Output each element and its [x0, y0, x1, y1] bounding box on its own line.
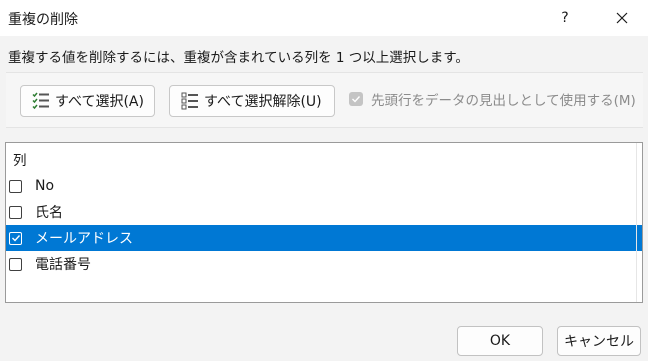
- ok-button[interactable]: OK: [457, 326, 543, 356]
- headers-checkbox-row: 先頭行をデータの見出しとして使用する(M): [349, 89, 636, 109]
- headers-checkbox[interactable]: [349, 92, 363, 106]
- dialog-title: 重複の削除: [8, 12, 78, 28]
- check-icon: [352, 96, 361, 103]
- column-item-name[interactable]: 氏名: [6, 199, 642, 225]
- select-all-label: すべて選択(A): [55, 94, 144, 110]
- select-all-button[interactable]: すべて選択(A): [20, 85, 155, 117]
- close-icon: [616, 12, 628, 24]
- help-button[interactable]: ?: [545, 0, 585, 36]
- column-item-email[interactable]: メールアドレス: [6, 225, 642, 251]
- column-checkbox[interactable]: [9, 205, 22, 219]
- column-label: メールアドレス: [35, 231, 133, 247]
- select-all-icon: [32, 92, 49, 110]
- deselect-all-icon: [181, 92, 198, 110]
- column-checkbox[interactable]: [9, 231, 22, 245]
- column-item-phone[interactable]: 電話番号: [6, 251, 642, 277]
- column-label: No: [35, 178, 55, 194]
- check-icon: [11, 235, 20, 242]
- column-label: 氏名: [35, 205, 63, 221]
- column-checkbox[interactable]: [9, 257, 22, 271]
- column-item-no[interactable]: No: [6, 173, 642, 199]
- title-bar: 重複の削除 ?: [0, 0, 648, 36]
- deselect-all-button[interactable]: すべて選択解除(U): [169, 85, 335, 117]
- column-checkbox[interactable]: [9, 179, 22, 193]
- headers-checkbox-label: 先頭行をデータの見出しとして使用する(M): [371, 93, 636, 109]
- column-label: 電話番号: [35, 257, 91, 273]
- list-scrollbar-track: [636, 143, 637, 302]
- remove-duplicates-dialog: 重複の削除 ? 重複する値を削除するには、重複が含まれている列を 1 つ以上選択…: [0, 0, 648, 361]
- columns-list[interactable]: 列 No 氏名 メールアドレス 電話番号: [5, 142, 643, 303]
- cancel-button[interactable]: キャンセル: [557, 326, 641, 356]
- close-button[interactable]: [600, 0, 644, 36]
- instruction-text: 重複する値を削除するには、重複が含まれている列を 1 つ以上選択します。: [8, 50, 469, 66]
- options-panel: すべて選択(A) すべて選択解除(U) 先頭行をデータの見出しとして使用する(M…: [6, 72, 643, 128]
- columns-header: 列: [13, 153, 27, 169]
- deselect-all-label: すべて選択解除(U): [204, 94, 322, 110]
